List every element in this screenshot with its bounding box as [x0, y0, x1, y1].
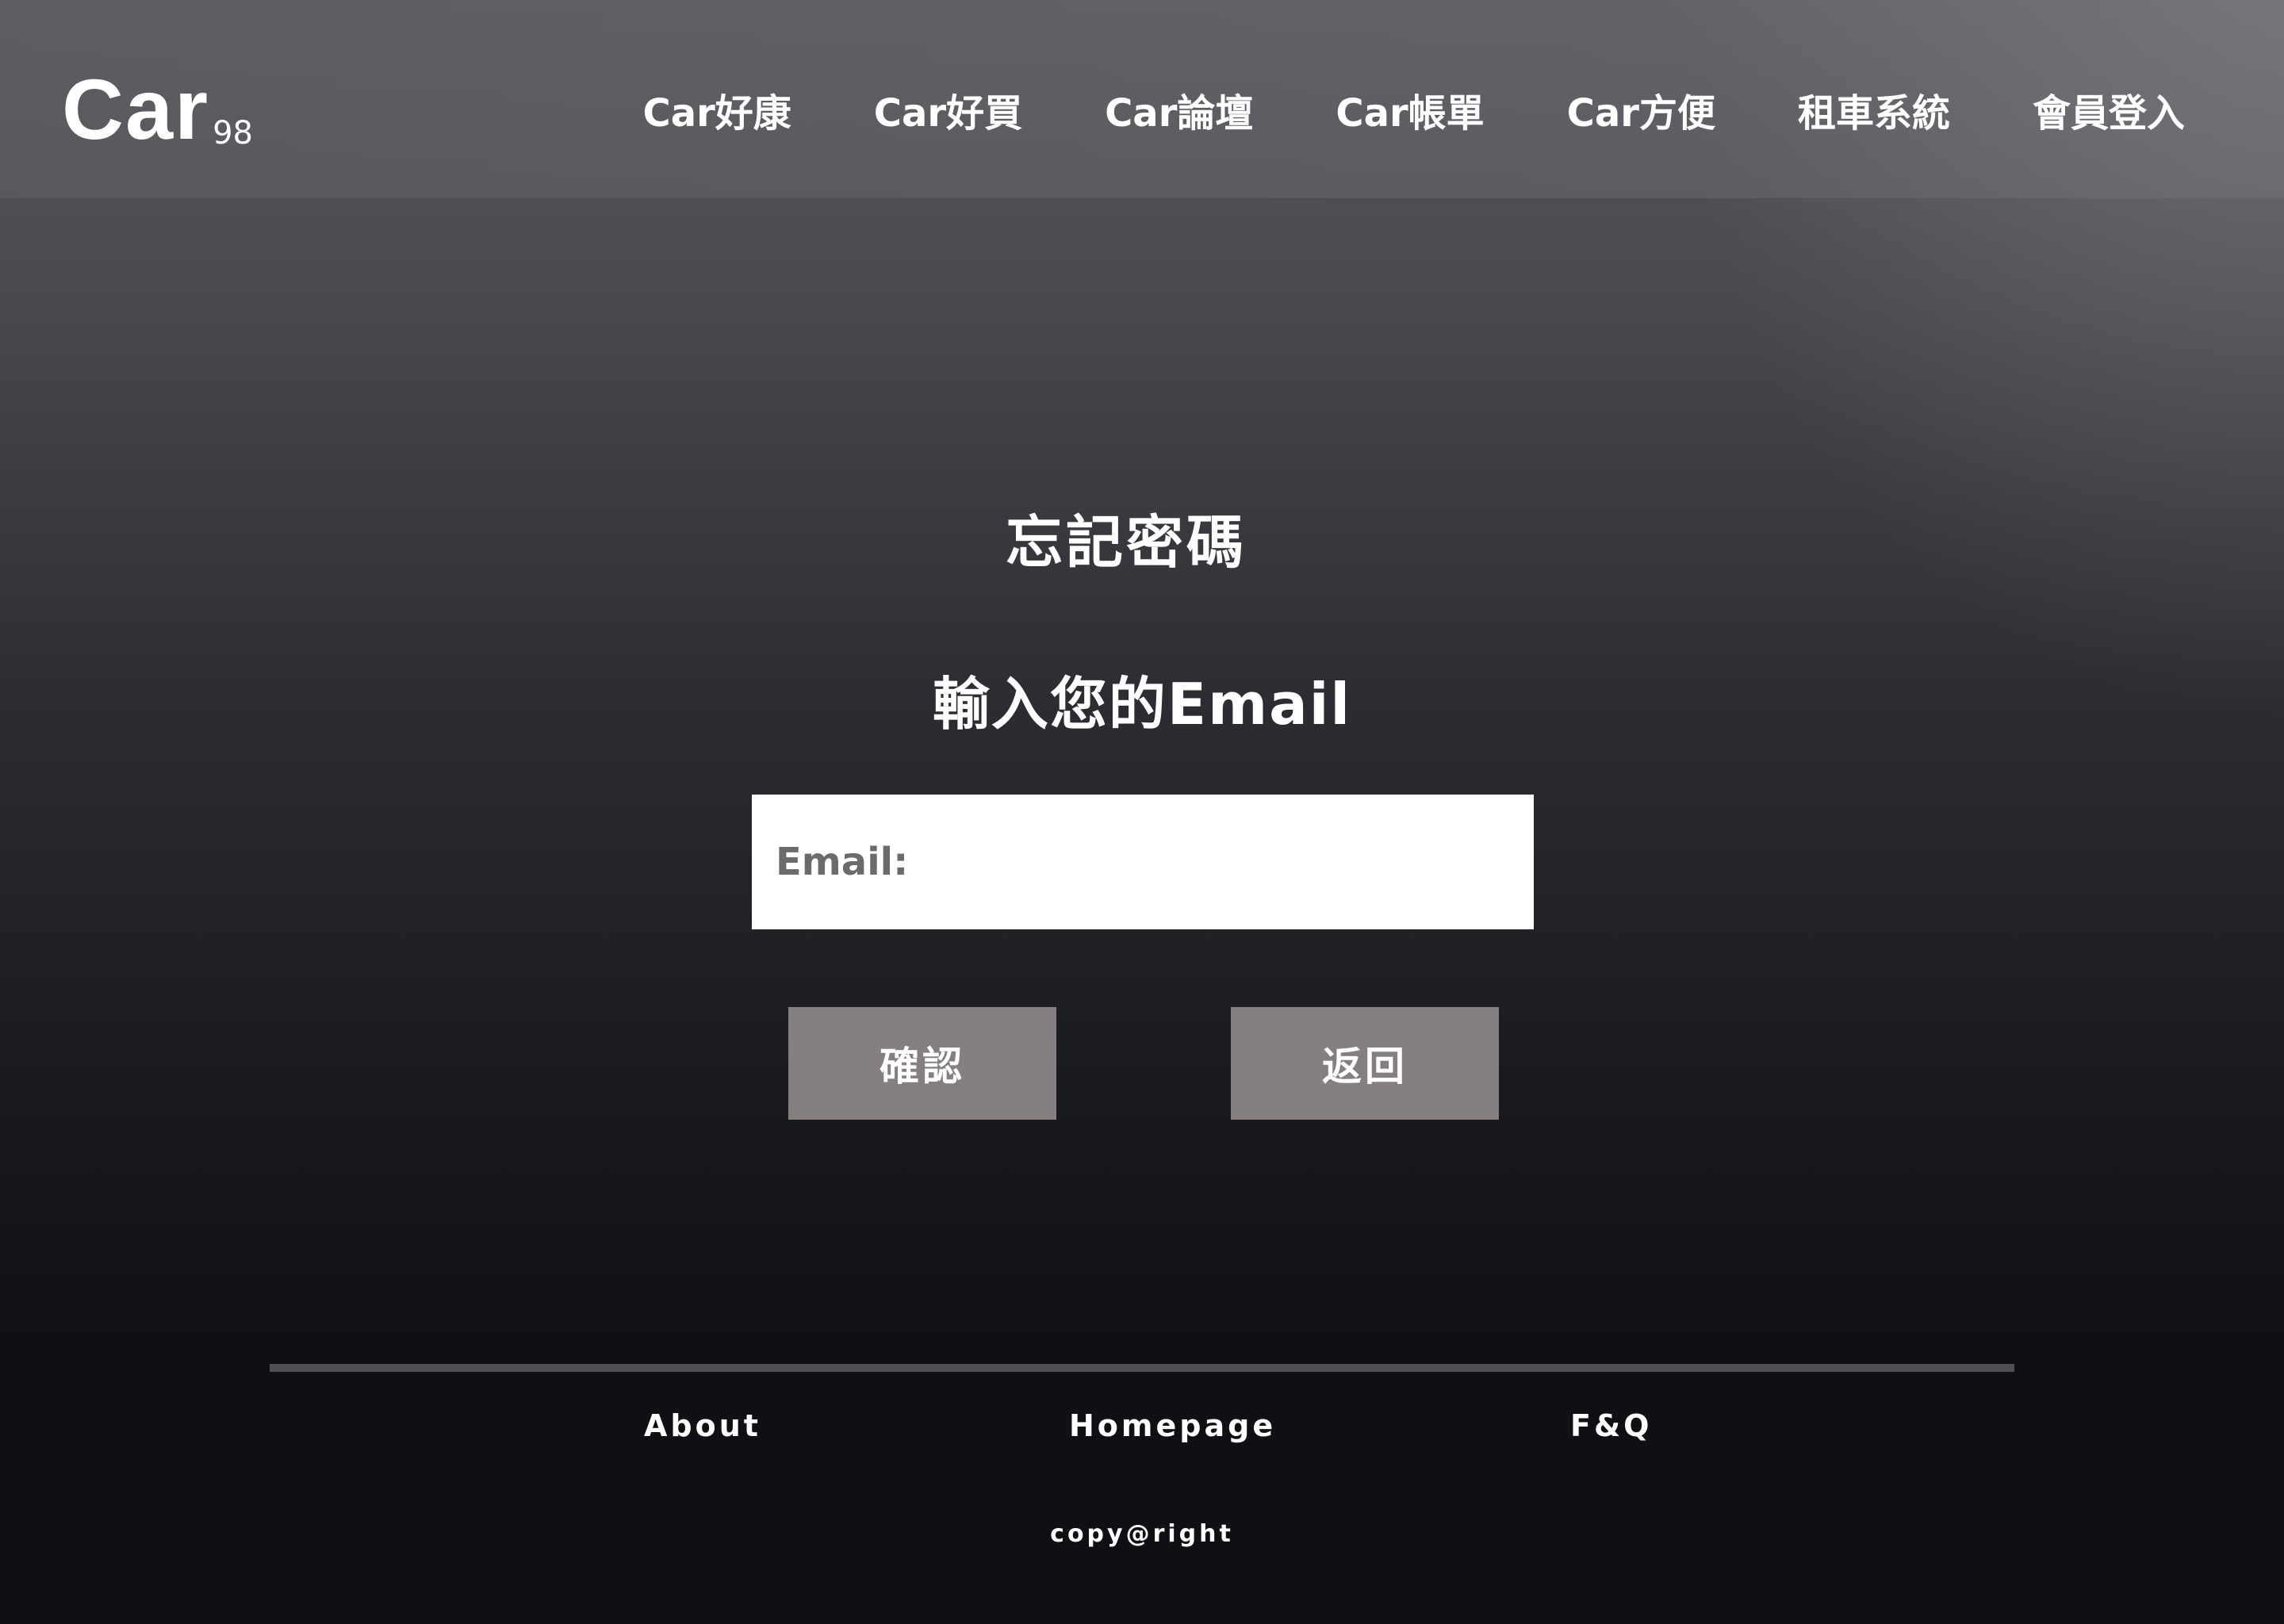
- logo-suffix: 98: [213, 115, 253, 151]
- main-nav: Car好康 Car好買 Car論壇 Car帳單 Car方便 租車系統 會員登入: [642, 86, 2185, 141]
- email-input[interactable]: [752, 795, 1534, 929]
- page-title-wrapper: 忘記密碼: [0, 504, 2284, 580]
- email-prompt: 輸入您的Email: [932, 671, 1352, 737]
- nav-item-car-forum[interactable]: Car論壇: [1105, 86, 1253, 141]
- nav-item-car-bills[interactable]: Car帳單: [1336, 86, 1484, 141]
- nav-item-car-deals[interactable]: Car好康: [642, 86, 791, 141]
- nav-item-car-shop[interactable]: Car好買: [874, 86, 1022, 141]
- logo-text: Car: [62, 61, 210, 157]
- footer-link-about[interactable]: About: [644, 1404, 761, 1448]
- site-header: Car 98 Car好康 Car好買 Car論壇 Car帳單 Car方便 租車系…: [0, 0, 2284, 198]
- back-button[interactable]: 返回: [1231, 1007, 1499, 1120]
- page-title: 忘記密碼: [1005, 509, 1247, 576]
- copyright-text: copy@right: [1050, 1520, 1234, 1548]
- nav-item-car-rental[interactable]: 租車系統: [1798, 86, 1950, 141]
- site-logo[interactable]: Car 98: [62, 57, 253, 152]
- nav-item-car-convenience[interactable]: Car方便: [1567, 86, 1715, 141]
- nav-item-member-login[interactable]: 會員登入: [2033, 86, 2185, 141]
- footer-link-homepage[interactable]: Homepage: [1069, 1404, 1276, 1448]
- confirm-button[interactable]: 確認: [788, 1007, 1056, 1120]
- footer-divider: [270, 1364, 2014, 1372]
- footer-link-faq[interactable]: F&Q: [1570, 1404, 1652, 1448]
